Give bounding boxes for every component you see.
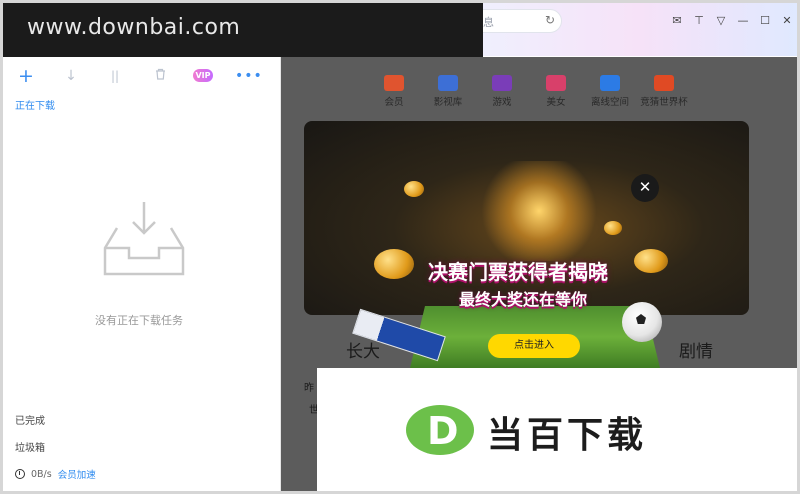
popup-title: 决赛门票获得者揭晓 — [428, 260, 608, 284]
guess-icon — [654, 75, 674, 91]
news-line[interactable]: 昨 — [304, 379, 314, 394]
member-boost-link[interactable]: 会员加速 — [58, 467, 96, 481]
clock-icon — [15, 469, 25, 479]
more-icon[interactable]: ••• — [235, 65, 262, 87]
popup-close-button[interactable]: ✕ — [631, 174, 659, 202]
coin-icon — [634, 249, 668, 273]
menu-icon[interactable]: ▽ — [710, 14, 732, 27]
category-nav: 会员 影视库 游戏 美女 离线空间 竞猜世界杯 — [367, 75, 691, 108]
video-icon — [438, 75, 458, 91]
downbai-logo-icon: D — [406, 405, 474, 455]
category-offline[interactable]: 离线空间 — [583, 75, 637, 108]
sidebar-item-trash[interactable]: 垃圾箱 — [15, 439, 45, 454]
sidebar-item-completed[interactable]: 已完成 — [15, 412, 45, 427]
crown-icon — [384, 75, 404, 91]
download-toolbar: + ↓ || VIP ••• — [3, 65, 281, 87]
category-vip[interactable]: 会员 — [367, 75, 421, 108]
speed-value: 0B/s — [31, 468, 52, 480]
enter-button[interactable]: 点击进入 — [488, 334, 580, 358]
gamepad-icon — [492, 75, 512, 91]
coin-icon — [404, 181, 424, 197]
pause-icon[interactable]: || — [104, 65, 126, 87]
maximize-icon[interactable]: ☐ — [754, 14, 776, 27]
delete-icon[interactable] — [149, 65, 171, 87]
empty-inbox-icon — [103, 202, 185, 276]
soccer-ball-icon — [622, 302, 662, 342]
svg-text:D: D — [427, 409, 459, 453]
window-controls: ✉ ⊤ ▽ — ☐ ✕ — [666, 14, 798, 27]
shirt-icon[interactable]: ⊤ — [688, 14, 710, 27]
download-sidebar: + ↓ || VIP ••• 正在下载 没有正在下载任务 已完成 垃圾箱 0B/… — [3, 57, 281, 491]
watermark-brand: 当百下载 — [487, 415, 648, 456]
search-input[interactable]: 息 ↻ — [470, 9, 562, 33]
category-games[interactable]: 游戏 — [475, 75, 529, 108]
refresh-icon[interactable]: ↻ — [545, 13, 555, 27]
cloud-icon — [600, 75, 620, 91]
watermark-url: www.downbai.com — [27, 15, 241, 40]
speed-status: 0B/s 会员加速 — [15, 467, 96, 481]
popup-subtitle: 最终大奖还在等你 — [459, 290, 588, 309]
trophy-glow — [474, 161, 604, 261]
close-icon[interactable]: ✕ — [776, 14, 798, 27]
download-icon[interactable]: ↓ — [60, 65, 82, 87]
coin-icon — [374, 249, 414, 279]
add-task-button[interactable]: + — [15, 65, 37, 87]
mask-icon — [546, 75, 566, 91]
mail-icon[interactable]: ✉ — [666, 14, 688, 27]
category-movies[interactable]: 影视库 — [421, 75, 475, 108]
coin-icon — [604, 221, 622, 235]
watermark-banner: www.downbai.com — [3, 3, 483, 57]
vip-badge[interactable]: VIP — [193, 69, 213, 82]
search-text: 息 — [483, 16, 494, 29]
category-worldcup[interactable]: 竞猜世界杯 — [637, 75, 691, 108]
tab-downloading[interactable]: 正在下载 — [15, 97, 55, 112]
category-beauty[interactable]: 美女 — [529, 75, 583, 108]
empty-message: 没有正在下载任务 — [95, 314, 183, 327]
headline-right[interactable]: 剧情 — [679, 337, 713, 362]
watermark-logo: D 当百下载 — [317, 368, 797, 491]
minimize-icon[interactable]: — — [732, 14, 754, 27]
